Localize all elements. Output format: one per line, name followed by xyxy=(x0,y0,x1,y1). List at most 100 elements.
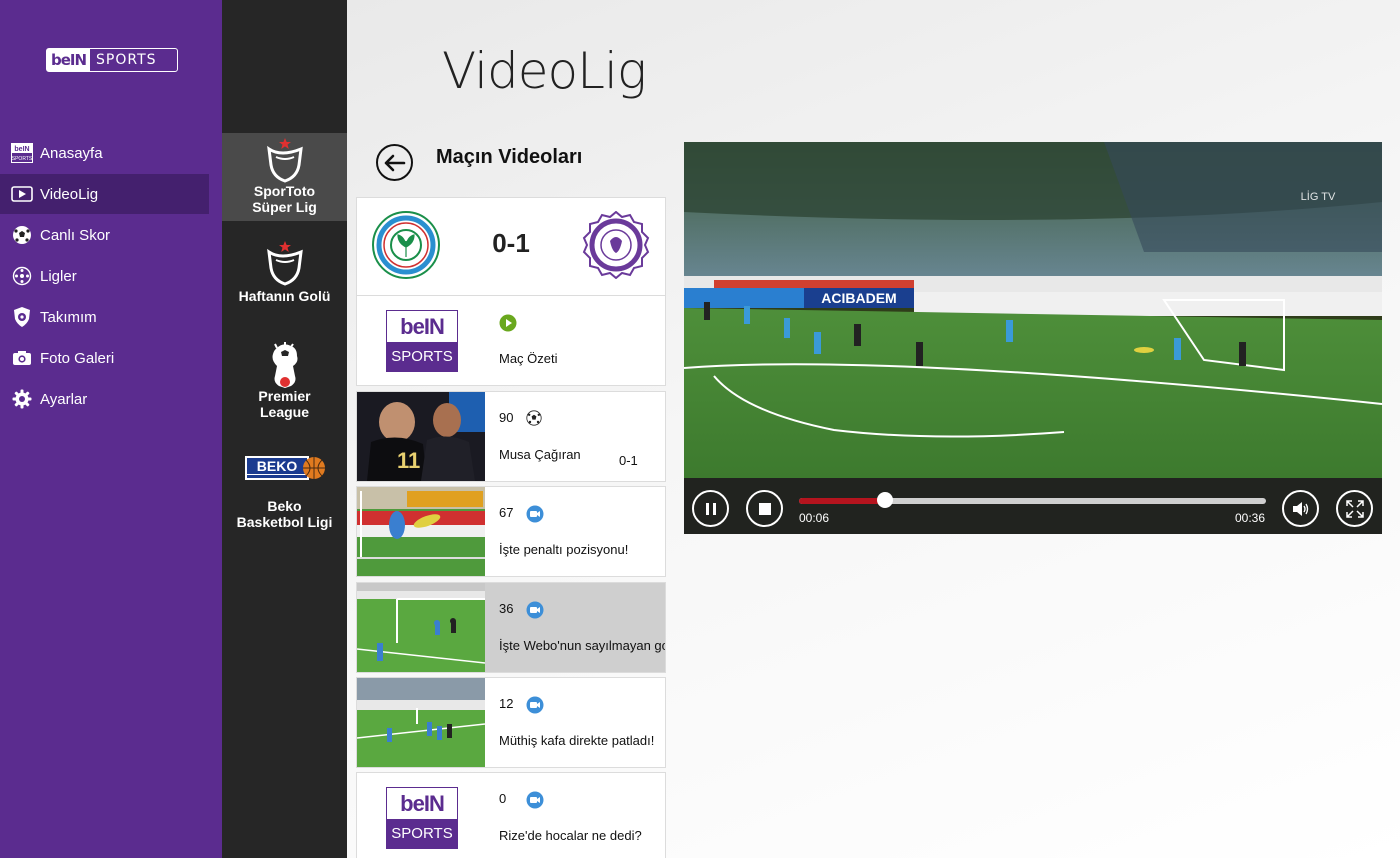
penalty-save-photo xyxy=(357,487,485,576)
soccer-ball-icon xyxy=(526,410,542,430)
video-minute: 36 xyxy=(499,601,514,616)
sidebar-item-label: Ayarlar xyxy=(40,390,88,408)
current-time: 00:06 xyxy=(799,511,830,525)
speaker-icon xyxy=(1292,501,1308,516)
svg-text:beIN: beIN xyxy=(14,146,29,153)
video-title: Maç Özeti xyxy=(499,351,558,366)
brand-bein-text: beIN xyxy=(47,49,91,71)
league-name: Beko Basketbol Ligi xyxy=(222,498,347,530)
pitch-goal-photo xyxy=(357,583,485,672)
seek-bar-progress xyxy=(799,498,886,504)
super-lig-icon xyxy=(222,137,347,183)
main-sidebar: beIN SPORTS beIN SPORTS Anasayfa VideoLig… xyxy=(0,0,222,858)
league-name-line1: Haftanın Golü xyxy=(238,288,331,304)
sidebar-item-anasayfa[interactable]: beIN SPORTS Anasayfa xyxy=(0,133,209,173)
league-premier-league[interactable]: Premier League xyxy=(222,338,347,426)
league-haftanin-golu[interactable]: Haftanın Golü xyxy=(222,236,347,324)
sidebar-item-label: Takımım xyxy=(40,308,97,326)
section-title: Maçın Videoları xyxy=(436,146,583,168)
league-name: Premier League xyxy=(222,388,347,420)
video-camera-icon xyxy=(526,791,544,813)
sidebar-item-canli-skor[interactable]: Canlı Skor xyxy=(0,215,209,255)
league-name-line1: Beko xyxy=(267,498,302,514)
dots-circle-icon xyxy=(11,265,33,287)
video-player[interactable]: ACIBADEM LİG TV 00:06 00:36 xyxy=(684,142,1382,534)
play-icon xyxy=(11,183,33,205)
bein-sports-logo: beIN SPORTS xyxy=(386,310,458,372)
svg-text:SPORTS: SPORTS xyxy=(12,156,33,162)
video-minute: 12 xyxy=(499,696,514,711)
league-beko-basketbol[interactable]: BEKO Beko Basketbol Ligi xyxy=(222,440,347,530)
pitch-header-photo xyxy=(357,678,485,767)
main-content: VideoLig Maçın Videoları 0-1 beIN SPORTS xyxy=(347,0,1400,858)
video-item-penalti[interactable]: 67 İşte penaltı pozisyonu! xyxy=(356,486,666,577)
video-item-webo-golu[interactable]: 36 İşte Webo'nun sayılmayan golü xyxy=(356,582,666,673)
players-celebrating-photo: 11 xyxy=(357,392,485,481)
league-name-line2: Basketbol Ligi xyxy=(236,514,333,530)
super-lig-icon xyxy=(222,240,347,286)
duration: 00:36 xyxy=(1235,511,1266,525)
fullscreen-icon xyxy=(1345,499,1364,518)
bein-sports-logo[interactable]: beIN SPORTS xyxy=(46,48,178,72)
brand-sports-text: SPORTS xyxy=(96,52,157,68)
sidebar-item-label: Anasayfa xyxy=(40,144,103,162)
arrow-left-icon xyxy=(384,154,405,171)
sidebar-item-label: Ligler xyxy=(40,267,77,285)
league-name: Haftanın Golü xyxy=(222,288,347,304)
video-minute: 90 xyxy=(499,410,514,425)
seek-bar[interactable] xyxy=(799,492,1266,508)
fullscreen-button[interactable] xyxy=(1336,490,1373,527)
ligtv-watermark: LİG TV xyxy=(1301,190,1336,203)
svg-text:11: 11 xyxy=(397,448,420,473)
sidebar-item-label: Foto Galeri xyxy=(40,349,115,367)
video-title: Müthiş kafa direkte patladı! xyxy=(499,733,655,748)
video-camera-icon xyxy=(526,601,544,623)
video-minute: 67 xyxy=(499,505,514,520)
match-footage-frame: ACIBADEM LİG TV xyxy=(684,142,1382,478)
osmanlispor-crest xyxy=(582,210,650,280)
back-button[interactable] xyxy=(376,144,413,181)
premier-league-lion-icon xyxy=(222,342,347,390)
video-score: 0-1 xyxy=(619,453,638,468)
video-camera-icon xyxy=(526,696,544,718)
video-title: Musa Çağıran xyxy=(499,447,581,462)
stop-button[interactable] xyxy=(746,490,783,527)
video-minute: 0 xyxy=(499,791,507,806)
shield-ball-icon xyxy=(11,306,33,328)
beko-basketball-icon: BEKO xyxy=(222,454,347,482)
video-title: İşte penaltı pozisyonu! xyxy=(499,542,629,557)
svg-text:ACIBADEM: ACIBADEM xyxy=(821,290,896,306)
sidebar-item-label: VideoLig xyxy=(40,185,99,203)
league-name-line2: Süper Lig xyxy=(252,199,317,215)
video-item-mac-ozeti[interactable]: beIN SPORTS Maç Özeti xyxy=(356,295,666,386)
video-camera-icon xyxy=(526,505,544,527)
pause-button[interactable] xyxy=(692,490,729,527)
soccer-ball-icon xyxy=(11,224,33,246)
video-item-kafa-direkte[interactable]: 12 Müthiş kafa direkte patladı! xyxy=(356,677,666,768)
pause-icon xyxy=(705,502,716,515)
video-thumbnail: beIN SPORTS xyxy=(357,773,485,858)
video-list[interactable]: 0-1 beIN SPORTS Maç Özeti 11 90 Musa Çağ… xyxy=(356,197,666,858)
sidebar-item-label: Canlı Skor xyxy=(40,226,111,244)
sidebar-item-ligler[interactable]: Ligler xyxy=(0,256,209,296)
league-name: SporToto Süper Lig xyxy=(222,183,347,215)
video-item-hocalar[interactable]: beIN SPORTS 0 Rize'de hocalar ne dedi? xyxy=(356,772,666,858)
sidebar-item-ayarlar[interactable]: Ayarlar xyxy=(0,379,209,419)
video-title: Rize'de hocalar ne dedi? xyxy=(499,828,642,843)
league-name-line2: League xyxy=(259,404,309,420)
bein-icon: beIN SPORTS xyxy=(11,142,33,164)
sidebar-item-foto-galeri[interactable]: Foto Galeri xyxy=(0,338,209,378)
thumb-bein-text: beIN xyxy=(400,314,445,339)
thumb-sports-text: SPORTS xyxy=(387,342,457,371)
seek-bar-handle[interactable] xyxy=(877,492,894,508)
sidebar-item-takimim[interactable]: Takımım xyxy=(0,297,209,337)
sidebar-item-videolig[interactable]: VideoLig xyxy=(0,174,209,214)
page-title: VideoLig xyxy=(442,42,647,100)
league-super-lig[interactable]: SporToto Süper Lig xyxy=(222,133,347,221)
thumb-sports-text: SPORTS xyxy=(387,819,457,848)
video-item-musa-caghiran[interactable]: 11 90 Musa Çağıran 0-1 xyxy=(356,391,666,482)
volume-button[interactable] xyxy=(1282,490,1319,527)
video-title: İşte Webo'nun sayılmayan golü xyxy=(499,638,666,653)
play-green-icon xyxy=(499,314,517,336)
league-column: SporToto Süper Lig Haftanın Golü Premier L… xyxy=(222,0,347,858)
